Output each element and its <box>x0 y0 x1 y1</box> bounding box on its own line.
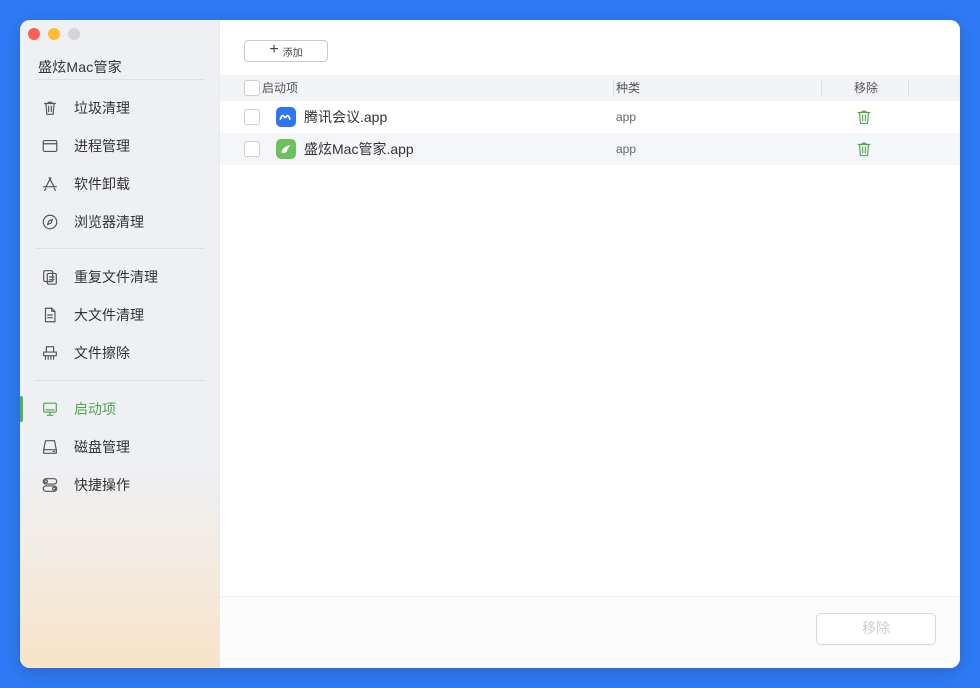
column-header-kind: 种类 <box>616 81 641 95</box>
table-row: 盛炫Mac管家.app app <box>220 133 960 165</box>
sidebar-item-file-shredder[interactable]: 文件擦除 <box>20 336 220 370</box>
sidebar-item-duplicate-files[interactable]: 重复文件清理 <box>20 260 220 294</box>
sidebar-item-label: 垃圾清理 <box>74 100 130 116</box>
shredder-icon <box>40 343 60 363</box>
add-button[interactable]: + 添加 <box>244 40 328 62</box>
document-icon <box>40 305 60 325</box>
compass-icon <box>40 212 60 232</box>
sidebar-item-label: 重复文件清理 <box>74 269 158 285</box>
sidebar-divider <box>36 380 204 381</box>
column-header-remove: 移除 <box>854 81 879 95</box>
row-app-name: 盛炫Mac管家.app <box>304 141 414 157</box>
footer-bar: 移除 <box>220 596 960 668</box>
sidebar-item-startup-items[interactable]: 启动项 <box>20 392 220 426</box>
app-title: 盛炫Mac管家 <box>38 59 122 75</box>
sidebar-item-label: 软件卸载 <box>74 176 130 192</box>
close-window-button[interactable] <box>28 28 40 40</box>
shengxuan-mac-icon <box>276 139 296 159</box>
monitor-icon <box>40 399 60 419</box>
sidebar-item-large-files[interactable]: 大文件清理 <box>20 298 220 332</box>
remove-button[interactable]: 移除 <box>816 613 936 645</box>
sidebar-item-process-manager[interactable]: 进程管理 <box>20 129 220 163</box>
select-all-checkbox[interactable] <box>244 80 260 96</box>
tencent-meeting-icon <box>276 107 296 127</box>
sidebar-divider <box>36 248 204 249</box>
remove-trash-icon[interactable] <box>854 139 874 159</box>
sidebar-item-label: 快捷操作 <box>74 477 130 493</box>
sidebar-item-browser-clean[interactable]: 浏览器清理 <box>20 205 220 239</box>
remove-trash-icon[interactable] <box>854 107 874 127</box>
trash-icon <box>40 98 60 118</box>
app-store-icon <box>40 174 60 194</box>
row-app-name: 腾讯会议.app <box>304 109 388 125</box>
window-controls <box>28 28 80 40</box>
sidebar: 盛炫Mac管家 垃圾清理 进程管理 软件卸载 浏览器清理 重复文件清理 大文件清… <box>20 20 220 668</box>
sidebar-item-uninstaller[interactable]: 软件卸载 <box>20 167 220 201</box>
minimize-window-button[interactable] <box>48 28 60 40</box>
column-header-startup-item: 启动项 <box>262 81 299 95</box>
sidebar-item-label: 磁盘管理 <box>74 439 130 455</box>
table-header: 启动项 种类 移除 <box>220 75 960 101</box>
sidebar-item-label: 启动项 <box>74 401 116 417</box>
window-icon <box>40 136 60 156</box>
row-kind: app <box>616 142 637 156</box>
main-panel: + 添加 启动项 种类 移除 腾讯会议.app app 盛炫Mac管家.app … <box>220 20 960 668</box>
disk-icon <box>40 437 60 457</box>
row-checkbox[interactable] <box>244 141 260 157</box>
zoom-window-button[interactable] <box>68 28 80 40</box>
app-window: 盛炫Mac管家 垃圾清理 进程管理 软件卸载 浏览器清理 重复文件清理 大文件清… <box>20 20 960 668</box>
sidebar-item-label: 大文件清理 <box>74 307 144 323</box>
column-divider <box>908 79 909 97</box>
plus-icon: + <box>269 41 279 58</box>
sidebar-item-quick-actions[interactable]: 快捷操作 <box>20 468 220 502</box>
column-divider <box>613 79 614 97</box>
sidebar-item-label: 文件擦除 <box>74 345 130 361</box>
sidebar-item-label: 浏览器清理 <box>74 214 144 230</box>
sidebar-item-label: 进程管理 <box>74 138 130 154</box>
row-checkbox[interactable] <box>244 109 260 125</box>
table-row: 腾讯会议.app app <box>220 101 960 133</box>
row-kind: app <box>616 110 637 124</box>
toggles-icon <box>40 475 60 495</box>
duplicate-files-icon <box>40 267 60 287</box>
column-divider <box>821 79 822 97</box>
sidebar-divider <box>36 79 204 80</box>
add-button-label: 添加 <box>282 47 303 59</box>
sidebar-item-disk-manager[interactable]: 磁盘管理 <box>20 430 220 464</box>
sidebar-item-junk-clean[interactable]: 垃圾清理 <box>20 91 220 125</box>
